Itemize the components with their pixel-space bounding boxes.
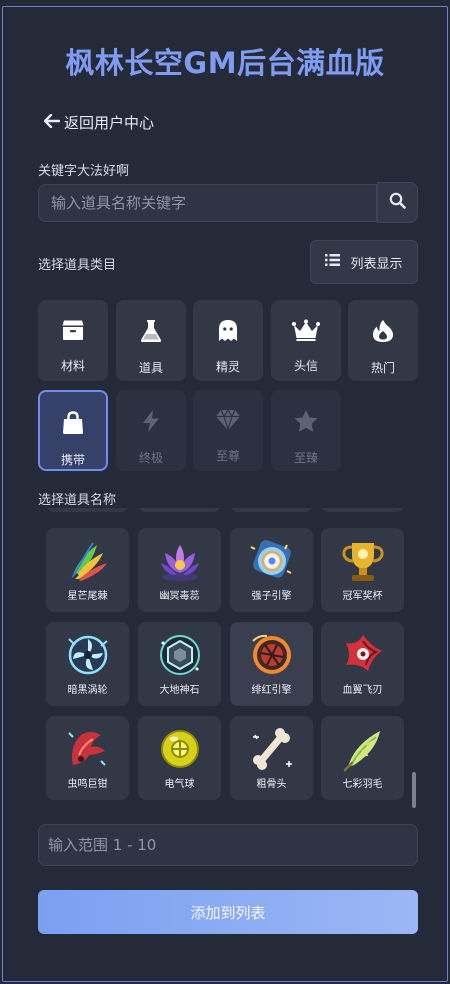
list-item[interactable]: 血翼飞刃 — [321, 622, 404, 706]
lotus-icon — [160, 545, 199, 581]
category-hot[interactable]: 热门 — [348, 300, 418, 381]
category-label: 选择道具类目 — [38, 258, 117, 273]
search-label: 关键字大法好啊 — [38, 164, 130, 179]
category-label-text: 头信 — [293, 359, 318, 373]
list-item-label: 冠军奖杯 — [342, 591, 383, 602]
claw-icon — [67, 732, 106, 766]
back-link[interactable]: 返回用户中心 — [43, 112, 155, 133]
electric-ball-icon — [160, 730, 199, 768]
item-list-scrollbar[interactable] — [412, 772, 416, 808]
box-icon — [61, 319, 85, 345]
list-view-label: 列表显示 — [350, 256, 403, 272]
search-icon — [389, 192, 406, 213]
list-item-hidden[interactable] — [230, 508, 313, 512]
list-item-label: 星芒尾棘 — [67, 591, 108, 602]
category-props[interactable]: 道具 — [116, 300, 186, 381]
back-link-label: 返回用户中心 — [64, 114, 155, 132]
list-item[interactable]: 粗骨头 — [230, 716, 313, 800]
category-label-text: 终极 — [138, 451, 163, 465]
bolt-icon — [141, 409, 161, 437]
list-item[interactable]: 星芒尾棘 — [46, 528, 129, 612]
list-item-label: 粗骨头 — [256, 779, 287, 790]
list-item-label: 强子引擎 — [251, 591, 292, 602]
category-label-text: 热门 — [370, 361, 395, 375]
list-item-label: 幽冥毒蕊 — [159, 591, 200, 602]
list-item-hidden[interactable] — [138, 508, 221, 512]
list-item[interactable]: 大地神石 — [138, 622, 221, 706]
crown-icon — [292, 319, 320, 345]
flask-icon — [140, 319, 162, 347]
category-label-text: 精灵 — [215, 360, 240, 374]
category-label-text: 至尊 — [215, 449, 240, 463]
feather-plume-icon — [67, 542, 107, 585]
list-item-label: 大地神石 — [159, 685, 200, 696]
fire-icon — [372, 319, 394, 347]
bag-icon — [62, 411, 84, 439]
list-item-label: 虫鸣巨钳 — [67, 779, 108, 790]
category-label-text: 携带 — [60, 453, 85, 467]
list-item-label: 绯红引擎 — [251, 685, 292, 696]
rainbow-feather-icon — [343, 731, 380, 772]
page-title: 枫林长空GM后台满血版 — [65, 46, 385, 80]
turbine-icon — [67, 635, 108, 675]
ghost-icon — [218, 319, 238, 346]
list-item[interactable]: 虫鸣巨钳 — [46, 716, 129, 800]
trophy-icon — [341, 543, 384, 581]
search-button[interactable] — [377, 182, 418, 223]
category-supreme[interactable]: 至尊 — [193, 390, 263, 471]
list-item[interactable]: 电气球 — [138, 716, 221, 800]
list-item-label: 七彩羽毛 — [342, 779, 383, 790]
category-materials[interactable]: 材料 — [38, 300, 108, 381]
list-item-hidden[interactable] — [46, 508, 129, 512]
category-label-text: 至臻 — [293, 451, 318, 465]
category-titles[interactable]: 头信 — [271, 300, 341, 381]
category-label-text: 材料 — [60, 359, 85, 373]
list-item[interactable]: 冠军奖杯 — [321, 528, 404, 612]
category-carry[interactable]: 携带 — [38, 390, 108, 471]
list-item[interactable]: 七彩羽毛 — [321, 716, 404, 800]
quantity-range-input[interactable] — [38, 824, 418, 866]
list-item[interactable]: 暗黑涡轮 — [46, 622, 129, 706]
list-item-label: 电气球 — [164, 779, 195, 790]
gem-icon — [215, 408, 241, 435]
category-label-text: 道具 — [138, 361, 163, 375]
list-view-button[interactable]: 列表显示 — [310, 240, 418, 284]
arrow-left-icon — [43, 113, 61, 132]
orb-engine-icon — [250, 540, 291, 578]
list-icon — [325, 254, 341, 270]
add-to-list-button[interactable]: 添加到列表 — [38, 890, 418, 934]
search-input[interactable] — [38, 184, 377, 222]
list-item[interactable]: 强子引擎 — [230, 528, 313, 612]
list-item-label: 暗黑涡轮 — [67, 685, 108, 696]
category-spirits[interactable]: 精灵 — [193, 300, 263, 381]
list-item[interactable]: 绯红引擎 — [230, 622, 313, 706]
star-icon — [293, 409, 319, 437]
list-item-hidden[interactable] — [321, 508, 404, 512]
list-item-label: 血翼飞刃 — [342, 685, 383, 696]
hex-stone-icon — [159, 635, 200, 675]
bone-icon — [252, 728, 292, 770]
red-engine-icon — [251, 634, 291, 674]
category-ultimate[interactable]: 终极 — [116, 390, 186, 471]
list-item[interactable]: 幽冥毒蕊 — [138, 528, 221, 612]
item-name-label: 选择道具名称 — [38, 493, 117, 508]
shuriken-icon — [345, 635, 382, 671]
category-perfect[interactable]: 至臻 — [271, 390, 341, 471]
item-list[interactable]: 星芒尾棘 幽冥毒蕊 强子引擎 冠军奖杯 暗黑涡轮 大地神石 绯红引擎 血翼飞刃 … — [38, 508, 418, 812]
